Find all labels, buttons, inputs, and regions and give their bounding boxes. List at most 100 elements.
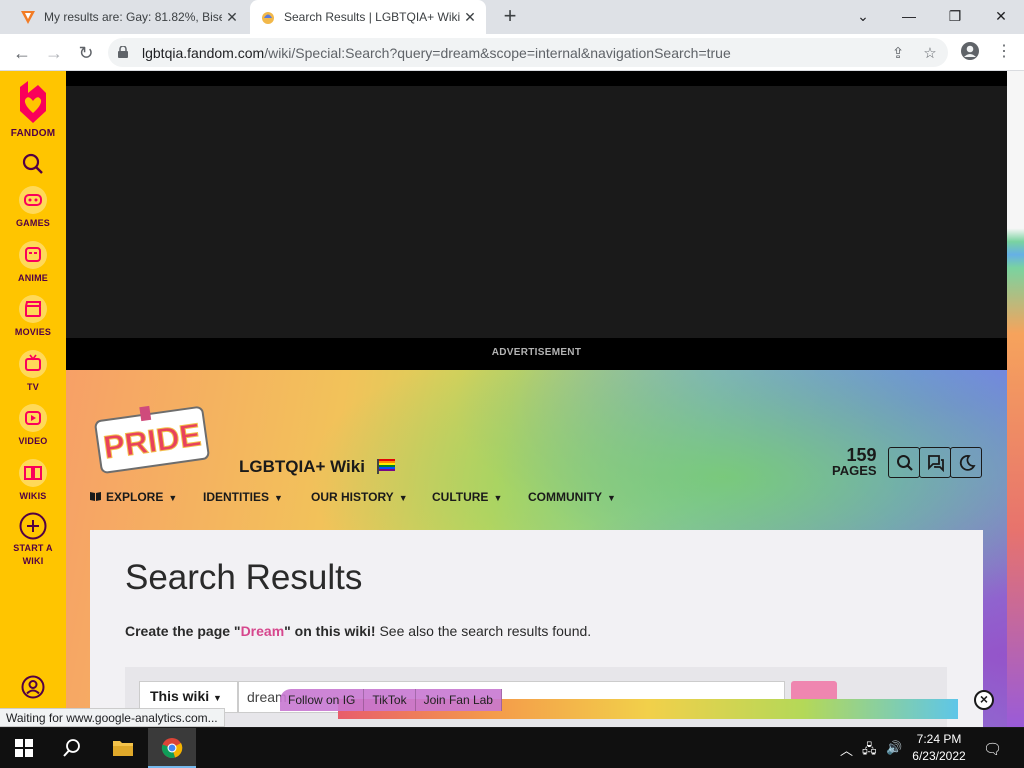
reload-button[interactable]: ↻ bbox=[73, 40, 99, 66]
fandom-home-link[interactable]: FANDOM bbox=[0, 79, 66, 139]
chrome-taskbar-button[interactable] bbox=[148, 728, 196, 768]
chevron-down-icon: ▼ bbox=[168, 493, 178, 503]
search-icon bbox=[897, 455, 913, 471]
discussions-button[interactable] bbox=[919, 447, 951, 478]
rail-label: WIKIS bbox=[19, 491, 47, 501]
wiki-name-link[interactable]: LGBTQIA+ Wiki bbox=[239, 457, 396, 477]
rail-item-anime[interactable]: ANIME bbox=[0, 240, 66, 283]
nav-label: CULTURE bbox=[432, 490, 489, 504]
rail-search[interactable] bbox=[0, 153, 66, 178]
wiki-name: LGBTQIA+ Wiki bbox=[239, 457, 365, 476]
address-bar[interactable]: lgbtqia.fandom.com/wiki/Special:Search?q… bbox=[108, 38, 948, 67]
pride-wiki-logo[interactable]: PRIDE bbox=[92, 402, 210, 478]
tab-search-chevron-icon[interactable]: ⌄ bbox=[840, 0, 886, 32]
clock-date: 6/23/2022 bbox=[912, 749, 966, 763]
start-a-wiki-link[interactable]: START A WIKI bbox=[0, 512, 66, 566]
rail-item-video[interactable]: VIDEO bbox=[0, 403, 66, 446]
close-window-button[interactable]: ✕ bbox=[978, 0, 1024, 32]
page-title: Search Results bbox=[125, 558, 363, 597]
share-icon[interactable]: ⇪ bbox=[888, 44, 908, 62]
pages-label: PAGES bbox=[832, 463, 877, 478]
promo-close-button[interactable]: × bbox=[974, 690, 994, 710]
rail-item-movies[interactable]: MOVIES bbox=[0, 294, 66, 337]
back-button[interactable]: ← bbox=[9, 40, 35, 66]
scope-label: This wiki bbox=[150, 688, 210, 704]
page-count: 159 bbox=[846, 445, 877, 465]
chevron-down-icon: ▼ bbox=[493, 493, 503, 503]
rail-label: MOVIES bbox=[14, 327, 52, 337]
folder-icon bbox=[113, 741, 133, 756]
nav-our-history[interactable]: OUR HISTORY ▼ bbox=[311, 490, 408, 504]
wiki-search-button[interactable] bbox=[888, 447, 920, 478]
file-explorer-button[interactable] bbox=[98, 728, 146, 768]
chevron-down-icon: ▼ bbox=[398, 493, 408, 503]
tiktok-link[interactable]: TikTok bbox=[364, 689, 416, 711]
plus-circle-icon bbox=[19, 512, 47, 540]
tv-icon bbox=[19, 350, 47, 378]
advertisement-label: ADVERTISEMENT bbox=[491, 347, 582, 358]
chrome-icon bbox=[161, 738, 183, 759]
close-tab-icon[interactable]: ✕ bbox=[222, 9, 242, 26]
follow-ig-link[interactable]: Follow on IG bbox=[280, 689, 365, 711]
moon-icon bbox=[959, 455, 976, 471]
anime-icon bbox=[19, 241, 47, 269]
page-counter: 159 PAGES bbox=[832, 446, 877, 478]
start-wiki-label-line1: START A bbox=[13, 543, 53, 553]
nav-community[interactable]: COMMUNITY ▼ bbox=[528, 490, 616, 504]
rail-label: ANIME bbox=[18, 273, 48, 283]
wiki-tab-favicon-icon bbox=[262, 12, 274, 24]
taskbar-clock[interactable]: 7:24 PM 6/23/2022 bbox=[906, 731, 972, 765]
taskbar-search-button[interactable] bbox=[48, 728, 96, 768]
volume-icon[interactable]: 🔊 bbox=[886, 740, 902, 756]
tray-chevron-up-icon[interactable]: ︿ bbox=[840, 740, 853, 759]
rail-item-tv[interactable]: TV bbox=[0, 349, 66, 392]
rail-item-wikis[interactable]: WIKIS bbox=[0, 458, 66, 501]
create-page-link[interactable]: Dream bbox=[241, 623, 285, 639]
rail-label: GAMES bbox=[15, 218, 50, 228]
chevron-down-icon: ▼ bbox=[213, 693, 222, 703]
rail-label: VIDEO bbox=[18, 436, 48, 446]
windows-taskbar: ︿ 🖧 🔊 7:24 PM 6/23/2022 🗨 bbox=[0, 728, 1024, 768]
discussions-icon bbox=[928, 455, 944, 472]
nav-identities[interactable]: IDENTITIES ▼ bbox=[203, 490, 283, 504]
page-scrollbar[interactable] bbox=[1007, 71, 1024, 727]
nav-label: EXPLORE bbox=[106, 490, 164, 504]
rail-label: TV bbox=[27, 382, 39, 392]
wiki-header: PRIDE LGBTQIA+ Wiki 159 PAGES EXPLORE ▼ I… bbox=[66, 370, 1007, 727]
nav-label: COMMUNITY bbox=[528, 490, 602, 504]
browser-tab-search-results[interactable]: Search Results | LGBTQIA+ Wiki | ✕ bbox=[250, 0, 486, 34]
search-icon bbox=[22, 153, 43, 174]
gamepad-icon bbox=[19, 186, 47, 214]
network-icon[interactable]: 🖧 bbox=[862, 740, 877, 762]
ad-frame bbox=[66, 86, 1007, 338]
promo-links: Follow on IG TikTok Join Fan Lab bbox=[280, 689, 502, 711]
clock-time: 7:24 PM bbox=[916, 732, 962, 746]
create-page-notice: Create the page "Dream" on this wiki! Se… bbox=[125, 623, 591, 639]
chevron-down-icon: ▼ bbox=[607, 493, 616, 503]
see-also-text: See also the search results found. bbox=[375, 623, 592, 639]
url-host: lgbtqia.fandom.com bbox=[142, 45, 265, 61]
url-text: lgbtqia.fandom.com/wiki/Special:Search?q… bbox=[142, 45, 731, 61]
rail-item-games[interactable]: GAMES bbox=[0, 185, 66, 228]
minimize-button[interactable]: — bbox=[886, 0, 932, 32]
notifications-icon[interactable]: 🗨 bbox=[983, 740, 1002, 758]
nav-explore[interactable]: EXPLORE ▼ bbox=[89, 490, 177, 504]
theme-toggle-button[interactable] bbox=[950, 447, 982, 478]
fan-lab-promo-bar: Follow on IG TikTok Join Fan Lab × bbox=[280, 689, 998, 719]
restore-button[interactable]: ❐ bbox=[932, 0, 978, 32]
new-tab-button[interactable]: + bbox=[498, 4, 522, 28]
bookmark-star-icon[interactable]: ☆ bbox=[920, 44, 940, 62]
user-account-link[interactable] bbox=[0, 675, 66, 702]
browser-tab-quiz[interactable]: My results are: Gay: 81.82%, Bise ✕ bbox=[8, 0, 248, 34]
create-suffix: " on this wiki! bbox=[284, 623, 376, 639]
browser-tab-strip: My results are: Gay: 81.82%, Bise ✕ Sear… bbox=[0, 0, 1024, 34]
start-button[interactable] bbox=[0, 728, 48, 768]
browser-menu-icon[interactable]: ⋮ bbox=[992, 41, 1016, 65]
explore-book-icon bbox=[90, 492, 101, 501]
forward-button[interactable]: → bbox=[41, 40, 67, 66]
advertisement-slot: ADVERTISEMENT bbox=[66, 71, 1007, 370]
nav-culture[interactable]: CULTURE ▼ bbox=[432, 490, 502, 504]
close-tab-icon[interactable]: ✕ bbox=[460, 9, 480, 26]
profile-avatar-icon[interactable] bbox=[958, 41, 982, 65]
join-fan-lab-link[interactable]: Join Fan Lab bbox=[416, 689, 502, 711]
